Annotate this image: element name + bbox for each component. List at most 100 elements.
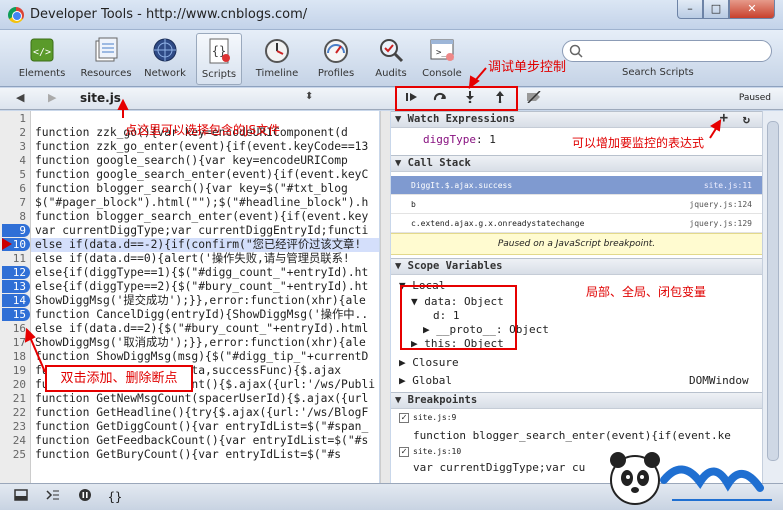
breakpoint-checkbox[interactable]: ✓: [399, 447, 409, 457]
breakpoint-marker[interactable]: 13: [2, 280, 30, 293]
breakpoint-checkbox[interactable]: ✓: [399, 413, 409, 423]
code-line[interactable]: else{if(diggType==1){$("#digg_count_"+en…: [35, 266, 368, 280]
watch-expressions-header[interactable]: ▼ Watch Expressions + ↻: [391, 111, 762, 128]
tab-resources-label: Resources: [80, 68, 132, 79]
line-number[interactable]: 17: [2, 336, 26, 349]
scope-variables-header[interactable]: ▼ Scope Variables: [391, 258, 762, 275]
script-file-select[interactable]: site.js: [80, 91, 121, 105]
line-number[interactable]: 25: [2, 448, 26, 461]
line-number[interactable]: 7: [2, 196, 26, 209]
network-icon: [153, 38, 177, 62]
line-number[interactable]: 6: [2, 182, 26, 195]
line-number[interactable]: 5: [2, 168, 26, 181]
code-scrollbar[interactable]: [380, 111, 390, 483]
line-number[interactable]: 3: [2, 140, 26, 153]
audits-icon: [380, 39, 404, 63]
forward-icon[interactable]: ▶: [48, 91, 56, 104]
tab-console[interactable]: >_ Console: [418, 33, 466, 85]
deactivate-breakpoints-icon: [527, 90, 541, 104]
search-scripts-input[interactable]: [562, 40, 772, 62]
pretty-print-icon[interactable]: {}: [104, 488, 126, 506]
code-line[interactable]: function GetFeedbackCount(){var entryIdL…: [35, 434, 368, 448]
pause-on-exceptions-button[interactable]: [74, 488, 96, 506]
call-frame[interactable]: DiggIt.$.ajax.success site.js:11: [391, 176, 762, 195]
breakpoint-item[interactable]: ✓ site.js:10: [399, 447, 461, 457]
code-line[interactable]: function zzk_go_enter(event){if(event.ke…: [35, 140, 368, 154]
frame-location[interactable]: site.js:11: [704, 181, 752, 190]
code-line[interactable]: function ShowDiggMsg(msg){$("#digg_tip_"…: [35, 350, 368, 364]
code-line[interactable]: else if(data.d==2){$("#bury_count_"+entr…: [35, 322, 368, 336]
breakpoint-item[interactable]: ✓ site.js:9: [399, 413, 456, 423]
sidebar-scrollbar[interactable]: [762, 111, 783, 483]
line-number[interactable]: 19: [2, 364, 26, 377]
watch-expressions-title: Watch Expressions: [407, 113, 516, 125]
refresh-icon[interactable]: ↻: [743, 112, 750, 127]
line-number[interactable]: 1: [2, 112, 26, 125]
line-number[interactable]: 11: [2, 252, 26, 265]
code-line[interactable]: else if(data.d==0){alert('操作失败,请与管理员联系!: [35, 252, 350, 266]
breakpoint-marker[interactable]: 14: [2, 294, 30, 307]
scope-global[interactable]: ▶ Global: [399, 374, 452, 387]
annotation-breakpoint-tip: 双击添加、删除断点: [45, 365, 193, 392]
code-line[interactable]: function GetHeadline(){try{$.ajax({url:'…: [35, 406, 368, 420]
line-number[interactable]: 8: [2, 210, 26, 223]
breakpoint-marker[interactable]: 9: [2, 224, 30, 237]
tab-resources[interactable]: Resources: [76, 33, 136, 85]
watch-item[interactable]: diggType: 1: [423, 133, 496, 146]
add-watch-icon[interactable]: +: [720, 111, 728, 126]
code-line[interactable]: $("#pager_block").html("");$("#headline_…: [35, 196, 368, 210]
code-line[interactable]: ShowDiggMsg('提交成功');}},error:function(xh…: [35, 294, 366, 308]
breakpoints-header[interactable]: ▼ Breakpoints: [391, 392, 762, 409]
tab-profiles[interactable]: Profiles: [310, 33, 362, 85]
close-button[interactable]: ✕: [729, 0, 775, 19]
scrollbar-thumb[interactable]: [767, 121, 779, 461]
code-line[interactable]: else{if(diggType==2){$("#bury_count_"+en…: [35, 280, 368, 294]
call-frame[interactable]: b jquery.js:124: [391, 195, 762, 214]
tab-network[interactable]: Network: [140, 33, 190, 85]
code-line[interactable]: function google_search(){var key=encodeU…: [35, 154, 348, 168]
tab-elements[interactable]: </> Elements: [14, 33, 70, 85]
deactivate-breakpoints-button[interactable]: [522, 90, 546, 108]
code-line[interactable]: function google_search_enter(event){if(e…: [35, 168, 368, 182]
dropdown-icon[interactable]: ⬍: [305, 91, 313, 102]
dock-button[interactable]: [10, 488, 32, 506]
line-number[interactable]: 4: [2, 154, 26, 167]
line-number[interactable]: 20: [2, 378, 26, 391]
line-number-gutter[interactable]: 1 2 3 4 5 6 7 8 9 10 11 12 13 14 15 16 17 18 19 20 21 22 23 24 2…: [0, 111, 31, 483]
line-number[interactable]: 2: [2, 126, 26, 139]
code-line[interactable]: function GetNewMsgCount(spacerUserId){$.…: [35, 392, 368, 406]
timeline-icon: [265, 39, 289, 63]
code-line[interactable]: ShowDiggMsg('取消成功');}},error:function(xh…: [35, 336, 366, 350]
tab-scripts[interactable]: {} Scripts: [196, 33, 242, 85]
annotation-scope-vars: 局部、全局、闭包变量: [586, 285, 707, 299]
line-number[interactable]: 23: [2, 420, 26, 433]
line-number[interactable]: 21: [2, 392, 26, 405]
frame-location[interactable]: jquery.js:129: [689, 219, 752, 228]
code-line[interactable]: function CancelDigg(entryId){ShowDiggMsg…: [35, 308, 368, 322]
call-frame[interactable]: c.extend.ajax.g.x.onreadystatechange jque…: [391, 214, 762, 233]
code-line[interactable]: else if(data.d==-2){if(confirm("您已经评价过该文…: [35, 238, 361, 252]
breakpoint-marker[interactable]: 15: [2, 308, 30, 321]
call-stack-title: Call Stack: [407, 157, 471, 169]
code-line[interactable]: function GetBuryCount(){var entryIdList=…: [35, 448, 341, 462]
call-stack-header[interactable]: ▼ Call Stack: [391, 155, 762, 172]
console-drawer-button[interactable]: [42, 488, 64, 506]
line-number[interactable]: 22: [2, 406, 26, 419]
breakpoint-marker[interactable]: 12: [2, 266, 30, 279]
code-line[interactable]: function GetDiggCount(){var entryIdList=…: [35, 420, 368, 434]
tab-audits[interactable]: Audits: [368, 33, 414, 85]
scope-closure[interactable]: ▶ Closure: [399, 356, 459, 369]
minimize-button[interactable]: –: [677, 0, 703, 19]
line-number[interactable]: 18: [2, 350, 26, 363]
code-line[interactable]: var currentDiggType;var currentDiggEntry…: [35, 224, 368, 238]
watch-name: diggType: [423, 133, 476, 146]
frame-location[interactable]: jquery.js:124: [689, 200, 752, 209]
line-number[interactable]: 16: [2, 322, 26, 335]
code-line[interactable]: function blogger_search(){var key=$("#tx…: [35, 182, 348, 196]
tab-timeline[interactable]: Timeline: [250, 33, 304, 85]
line-number[interactable]: 24: [2, 434, 26, 447]
code-line[interactable]: function blogger_search_enter(event){if(…: [35, 210, 368, 224]
maximize-button[interactable]: □: [703, 0, 729, 19]
back-icon[interactable]: ◀: [16, 91, 24, 104]
code-editor[interactable]: function zzk_go(){var key=encodeURICompo…: [31, 111, 379, 483]
